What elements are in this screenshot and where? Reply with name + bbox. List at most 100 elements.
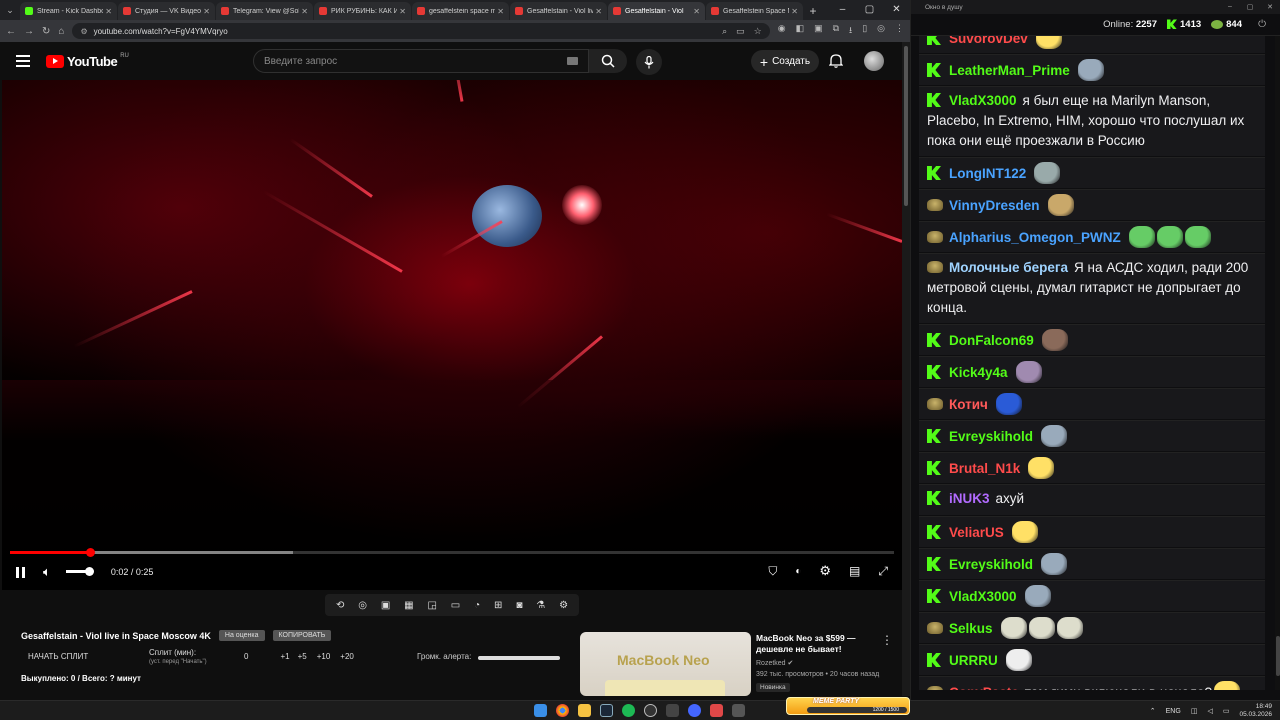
home-icon[interactable]: ⌂: [58, 26, 64, 37]
browser-tab[interactable]: Gesaffelstain - Viol live ✕: [510, 2, 607, 20]
browser-tab[interactable]: Telegram: View @Soldie✕: [216, 2, 313, 20]
volume-icon[interactable]: 🔈︎: [43, 564, 51, 580]
extension-icon-3[interactable]: ▣: [814, 23, 823, 39]
clock[interactable]: 18:49 05.03.2026: [1239, 703, 1272, 719]
screenshot-camera-icon[interactable]: ◙: [516, 600, 522, 611]
chat-username[interactable]: Молочные берега: [949, 260, 1068, 275]
browser-tab[interactable]: РИК РУБИНЬ: КАК ИЗМЕ✕: [314, 2, 411, 20]
chat-maximize-button[interactable]: ▢: [1240, 3, 1260, 11]
chat-username[interactable]: VladX3000: [949, 93, 1017, 108]
zoom-icon[interactable]: ⌕: [722, 26, 727, 37]
copy-button[interactable]: КОПИРОВАТЬ: [272, 630, 332, 641]
toolbar-settings-icon[interactable]: ⚙: [559, 600, 568, 611]
chat-username[interactable]: URRRU: [949, 653, 998, 668]
tab-close-icon[interactable]: ✕: [201, 7, 210, 16]
profile-icon[interactable]: ◎: [877, 23, 885, 39]
obs-icon[interactable]: [644, 704, 657, 717]
volume-slider[interactable]: [66, 567, 94, 576]
audio-icon[interactable]: ◎: [358, 600, 367, 611]
split-plus-1[interactable]: +1: [280, 652, 289, 661]
tab-close-icon[interactable]: ✕: [691, 7, 700, 16]
tab-search-button[interactable]: ⌄: [0, 0, 20, 20]
telegram-icon[interactable]: [710, 704, 723, 717]
split-plus-20[interactable]: +20: [340, 652, 354, 661]
avatar[interactable]: [864, 51, 884, 71]
voice-search-button[interactable]: [636, 49, 662, 75]
minimize-button[interactable]: –: [829, 0, 856, 20]
url-field[interactable]: ⚙ youtube.com/watch?v=FgV4YMVqryo ⌕ ▭ ☆: [72, 23, 770, 39]
site-info-icon[interactable]: ⚙: [80, 27, 87, 36]
tab-close-icon[interactable]: ✕: [103, 7, 112, 16]
chat-username[interactable]: Kick4y4a: [949, 365, 1008, 380]
browser-tab[interactable]: Студия — VK Видео Live✕: [118, 2, 215, 20]
rating-badge[interactable]: На оценка: [218, 630, 265, 641]
create-button[interactable]: + Создать: [751, 50, 819, 73]
network-icon[interactable]: ◫: [1191, 707, 1198, 715]
flask-icon[interactable]: ⚗: [536, 600, 545, 611]
menu-icon[interactable]: [16, 55, 30, 67]
cast-icon[interactable]: ▭: [736, 26, 745, 37]
fullscreen-icon[interactable]: ⤢: [878, 564, 888, 579]
more-actions-icon[interactable]: ⋮: [881, 633, 893, 647]
steam-icon[interactable]: [600, 704, 613, 717]
browser-tab[interactable]: gesaffelstein space moscow✕: [412, 2, 509, 20]
maximize-button[interactable]: ▢: [856, 0, 883, 20]
download-icon[interactable]: ⭳: [849, 23, 852, 39]
media-player-icon[interactable]: [688, 704, 701, 717]
chat-username[interactable]: VladX3000: [949, 589, 1017, 604]
app-icon[interactable]: [666, 704, 679, 717]
progress-bar[interactable]: [10, 548, 894, 557]
language-indicator[interactable]: ENG: [1166, 708, 1181, 715]
chat-scrollbar-thumb[interactable]: [1276, 636, 1280, 676]
forward-icon[interactable]: →: [24, 26, 34, 37]
chat-username[interactable]: Selkus: [949, 621, 993, 636]
extension-icon-1[interactable]: ◉: [778, 23, 786, 39]
add-icon[interactable]: ⊞: [494, 600, 502, 611]
extensions-puzzle-icon[interactable]: ⧉: [833, 23, 839, 39]
chat-username[interactable]: CopyPaste: [949, 685, 1019, 690]
kebab-menu-icon[interactable]: ⋮: [895, 23, 904, 39]
pip-icon[interactable]: ◲: [427, 600, 436, 611]
tab-close-icon[interactable]: ✕: [495, 7, 504, 16]
shield-icon[interactable]: ⛉: [768, 564, 777, 579]
tab-close-icon[interactable]: ✕: [789, 7, 798, 16]
alert-volume-slider[interactable]: [478, 656, 560, 660]
settings-gear-icon[interactable]: ⚙: [819, 563, 831, 579]
chat-close-button[interactable]: ✕: [1260, 3, 1280, 11]
recommendation-thumbnail[interactable]: MacBook Neo: [580, 632, 751, 696]
chrome-icon[interactable]: [556, 704, 569, 717]
chat-username[interactable]: VinnyDresden: [949, 198, 1040, 213]
start-split-button[interactable]: НАЧАТЬ СПЛИТ: [28, 652, 88, 661]
bookmark-star-icon[interactable]: ☆: [754, 26, 762, 37]
start-windows-icon[interactable]: [534, 704, 547, 717]
browser-tab[interactable]: Gesaffelstain - Viol ✕: [608, 2, 705, 20]
split-value[interactable]: 0: [244, 652, 248, 661]
chat-settings-icon[interactable]: ⏻: [1258, 19, 1266, 30]
youtube-logo[interactable]: YouTube RU: [46, 53, 129, 69]
autoplay-toggle-icon[interactable]: ◐: [795, 566, 801, 577]
browser-tab[interactable]: Gesaffelstein Space Moscow✕: [706, 2, 803, 20]
search-button[interactable]: [589, 49, 627, 73]
browser-tab[interactable]: Stream - Kick Dashboard✕: [20, 2, 117, 20]
chat-username[interactable]: DonFalcon69: [949, 333, 1034, 348]
split-plus-5[interactable]: +5: [298, 652, 307, 661]
chat-scrollbar[interactable]: [1275, 36, 1280, 690]
chat-username[interactable]: LongINT122: [949, 166, 1026, 181]
recommendation-channel[interactable]: Rozetked ✔: [756, 659, 793, 667]
volume-handle[interactable]: [85, 567, 94, 576]
close-window-button[interactable]: ✕: [883, 0, 910, 20]
reload-icon[interactable]: ↻: [42, 26, 50, 37]
chat-username[interactable]: VeliarUS: [949, 525, 1004, 540]
scrubber-handle[interactable]: [85, 548, 95, 557]
tray-arrow-icon[interactable]: ⌃: [1150, 707, 1156, 715]
sidepanel-icon[interactable]: ▯: [862, 23, 867, 39]
battery-icon[interactable]: ▭: [1223, 707, 1230, 715]
pause-icon[interactable]: [16, 566, 25, 578]
tab-close-icon[interactable]: ✕: [397, 7, 406, 16]
subtitles-icon[interactable]: ▤: [849, 564, 860, 578]
speed-icon[interactable]: ◔: [474, 600, 480, 611]
recommendation-title[interactable]: MacBook Neo за $599 — дешевле не бывает!: [756, 633, 871, 655]
chat-minimize-button[interactable]: –: [1220, 3, 1240, 11]
chat-username[interactable]: Evreyskihold: [949, 429, 1033, 444]
chat-username[interactable]: iNUK3: [949, 491, 990, 506]
